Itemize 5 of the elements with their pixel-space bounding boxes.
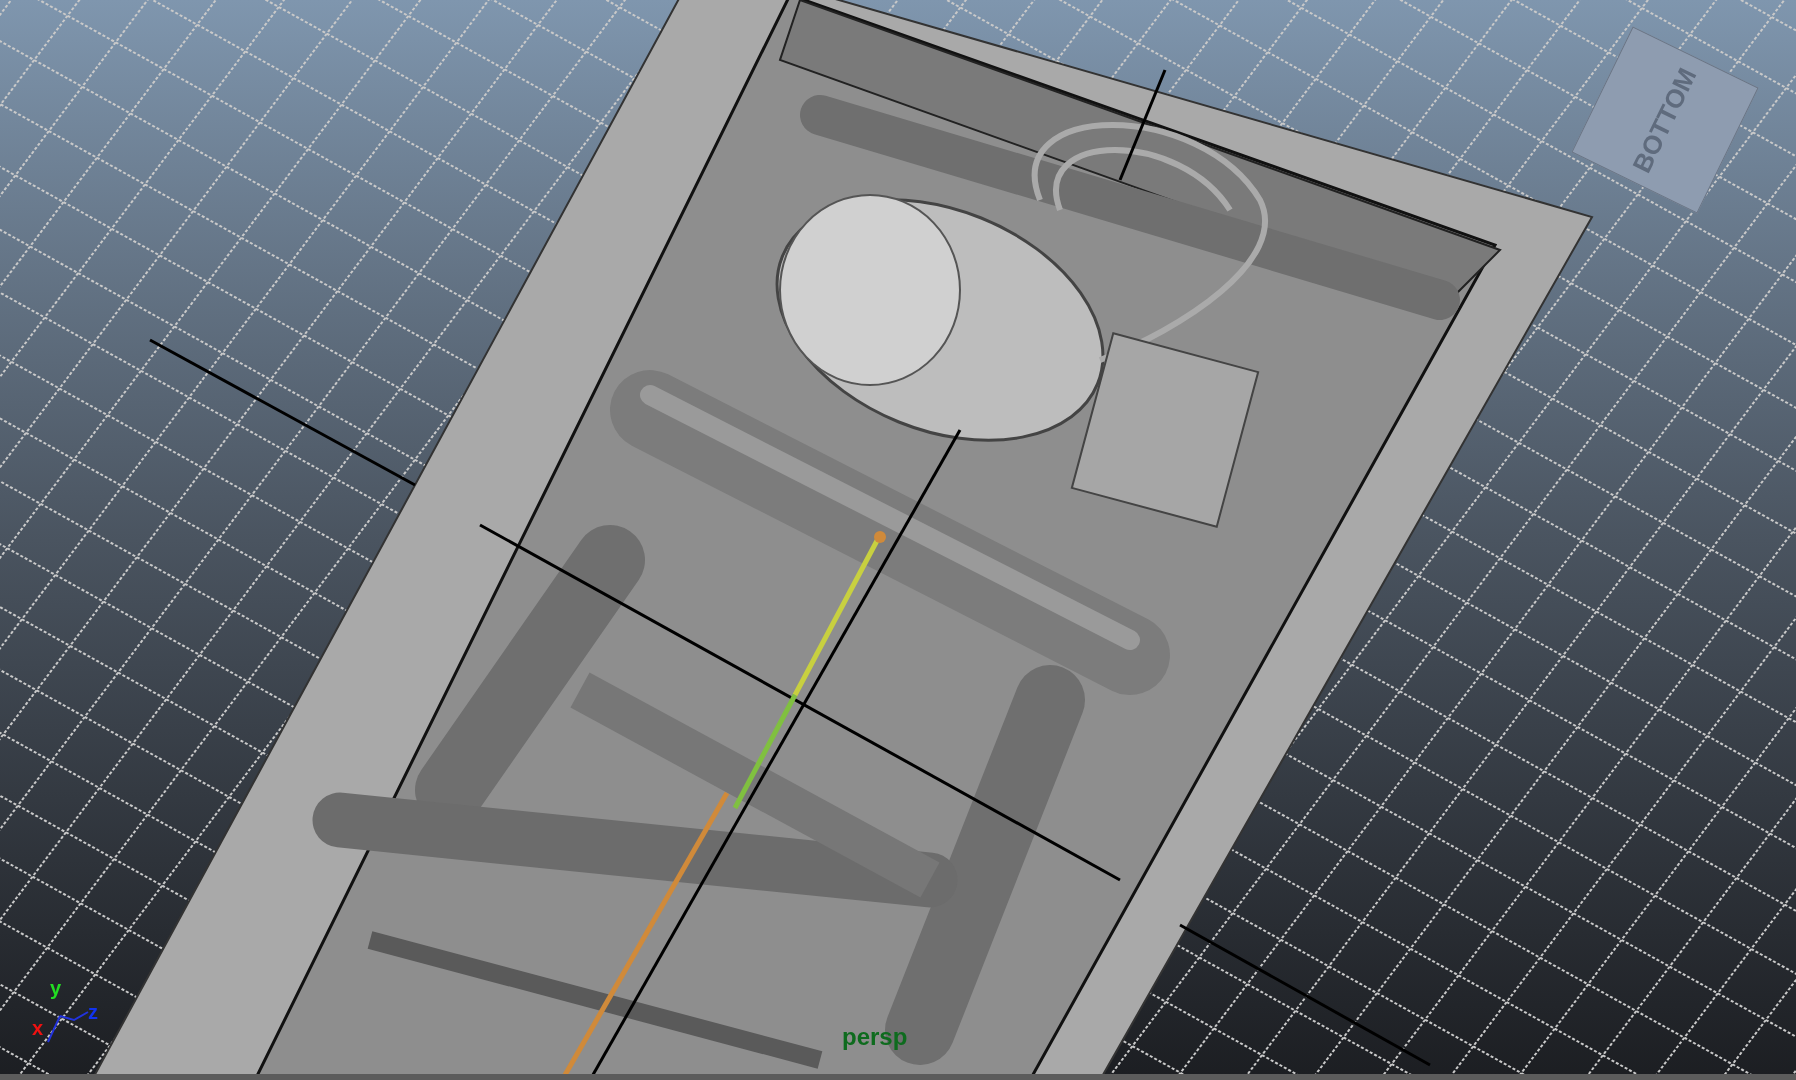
camera-label: persp xyxy=(842,1025,908,1049)
axis-label: z xyxy=(88,1002,98,1022)
axis-gizmo-icon xyxy=(47,1011,89,1043)
axis-label: y xyxy=(50,978,62,998)
axis-label: x xyxy=(32,1018,44,1038)
